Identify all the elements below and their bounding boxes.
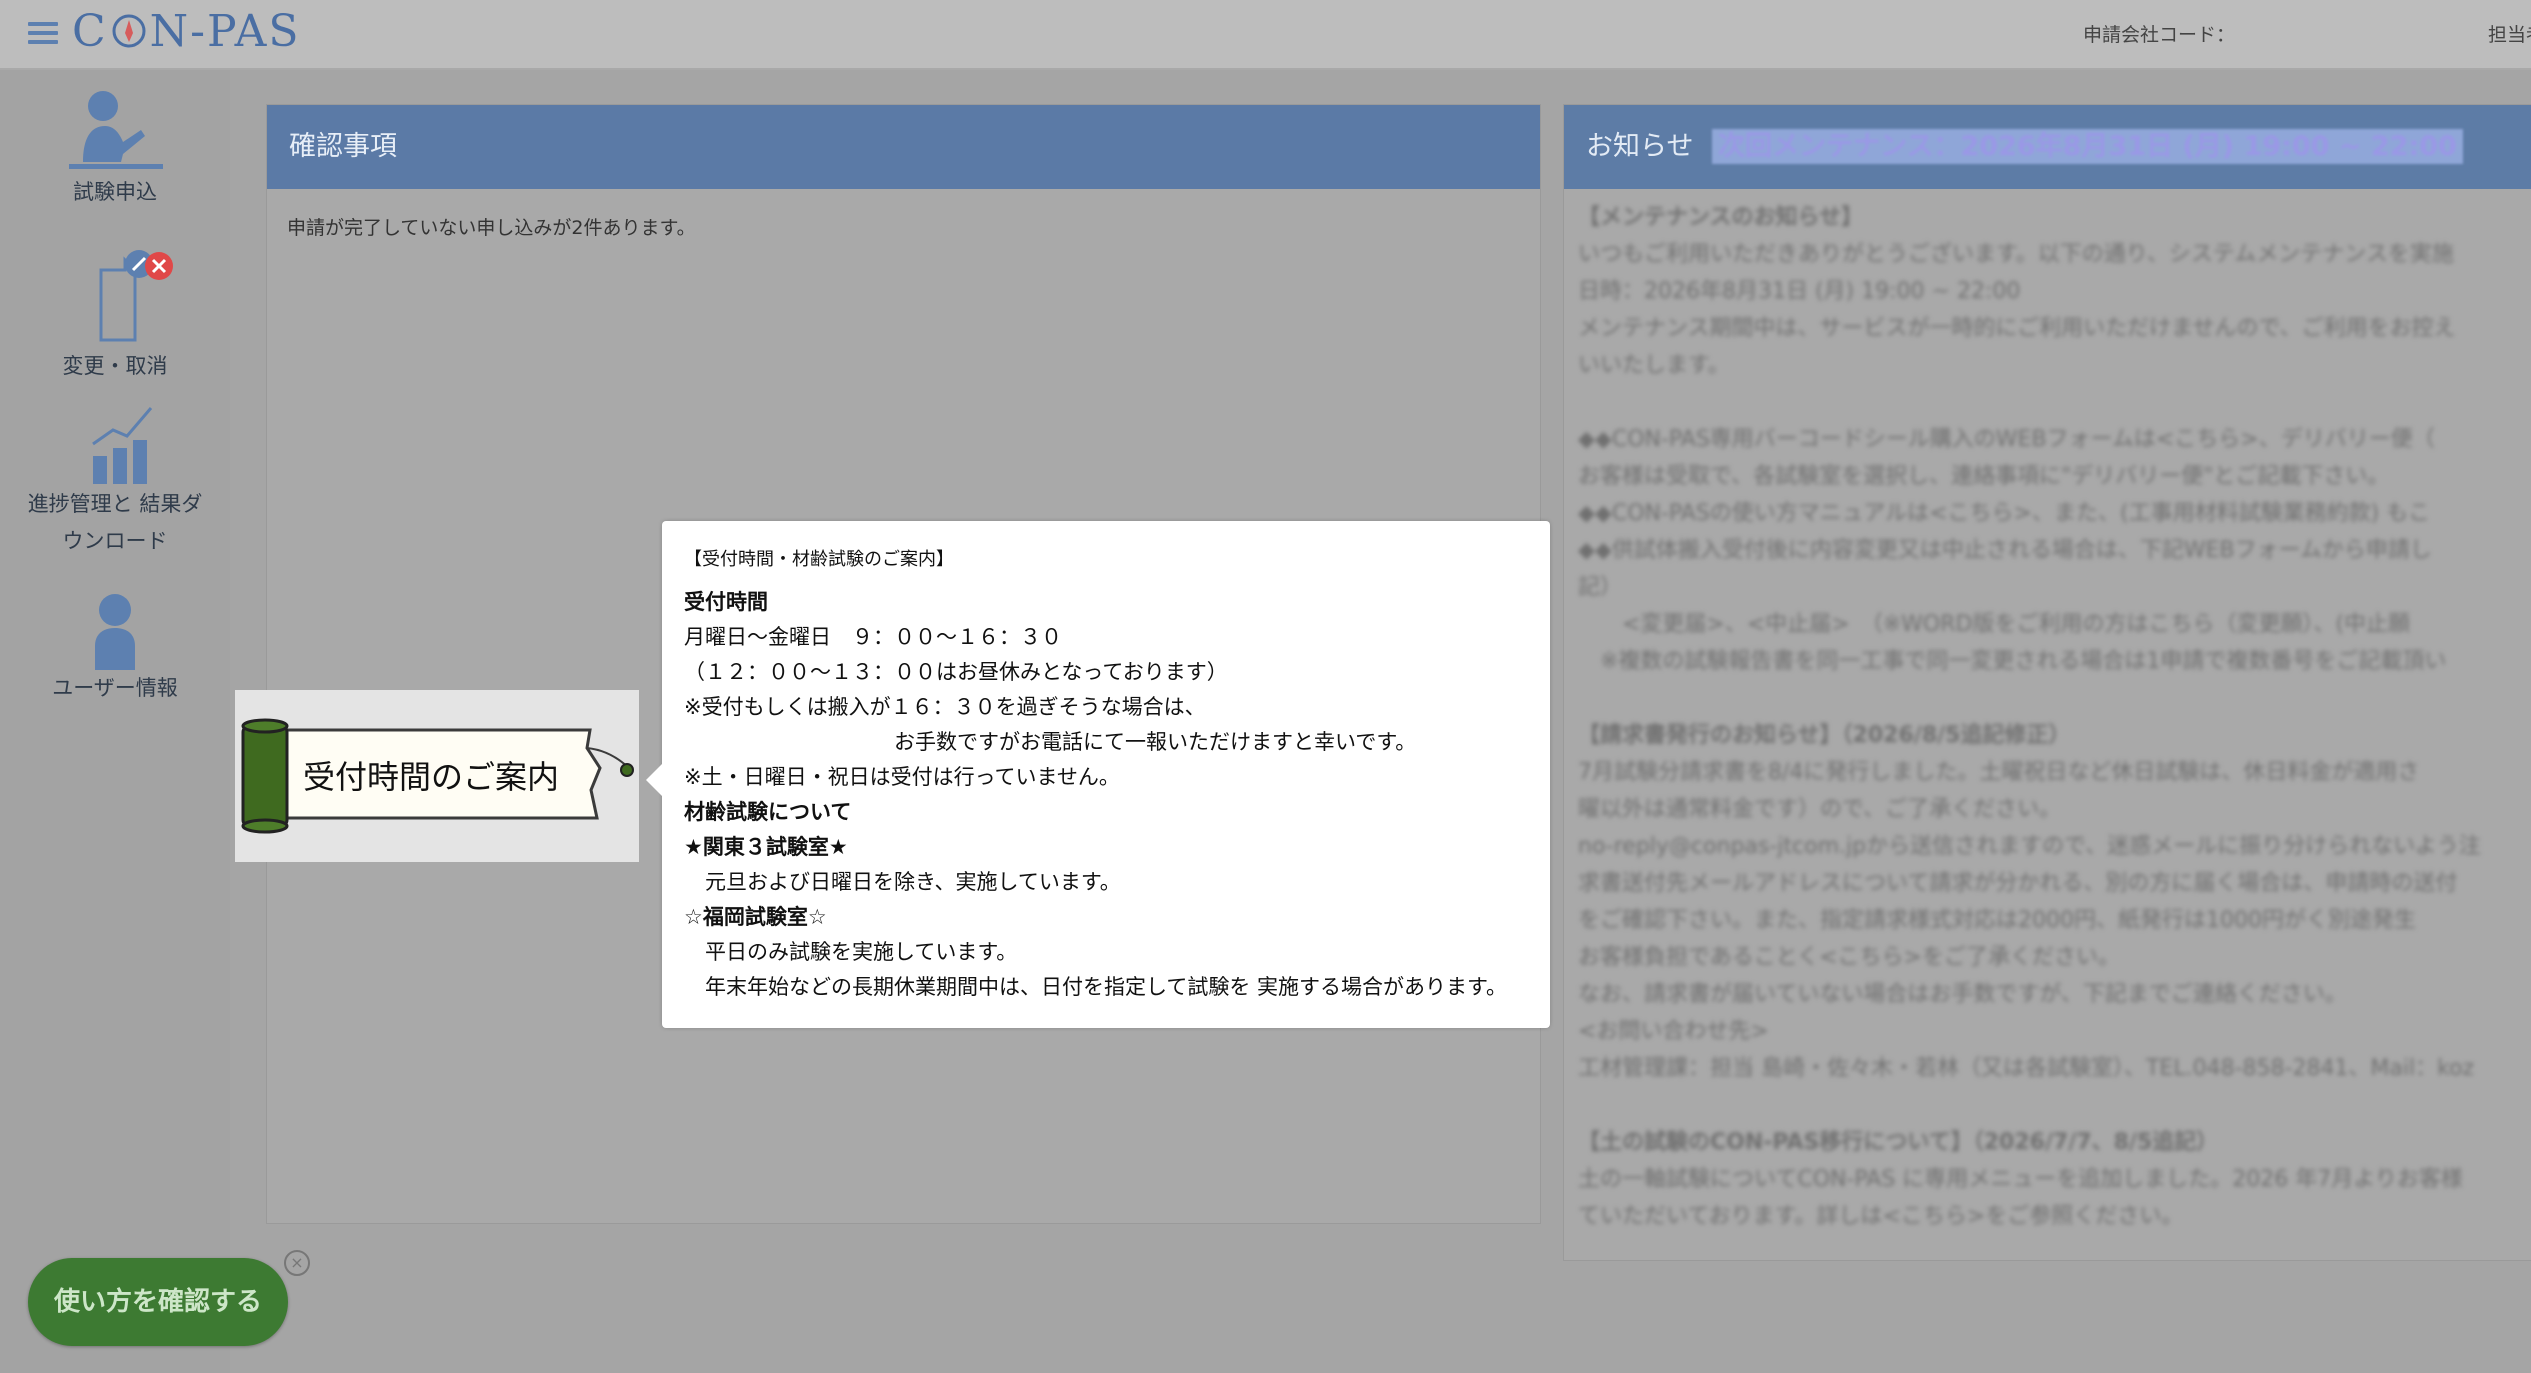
notice-line: 【メンテナンスのお知らせ】 (1578, 205, 1864, 230)
howto-close-icon[interactable]: × (284, 1250, 310, 1276)
confirm-panel-title: 確認事項 (267, 105, 1540, 189)
notice-line: 【請求書発行のお知らせ】（2026/8/5追記修正） (1578, 723, 2071, 748)
notice-line: ◆◆CON-PAS専用バーコードシール購入のWEBフォームは<こちら>、デリバリ… (1578, 427, 2435, 452)
maintenance-headline[interactable]: 次回メンテナンス：2026年8月31日 (月) 19:00 ~ 22:00 (1712, 129, 2463, 164)
sidebar-item-label: 変更・取消 (62, 354, 168, 378)
notice-line: no-reply@conpas-jtcom.jpから送信されますので、迷惑メール… (1578, 834, 2481, 859)
notice-line: 求書送付先メールアドレスについて請求が分かれる、別の方に届く場合は、申請時の送付 (1578, 871, 2458, 896)
user-icon (95, 594, 135, 670)
popover-line: ☆福岡試験室☆ (684, 905, 827, 929)
notice-line: 記） (1578, 575, 1623, 600)
notice-body: 【メンテナンスのお知らせ】いつもご利用いただきありがとうございます。以下の通り、… (1564, 189, 2531, 1245)
popover-line: お手数ですがお電話にて一報いただけますと幸いです。 (684, 730, 1417, 754)
notice-panel: お知らせ 次回メンテナンス：2026年8月31日 (月) 19:00 ~ 22:… (1563, 104, 2531, 1261)
person-presenting-icon (69, 91, 163, 169)
notice-line: <お問い合わせ先> (1578, 1019, 1769, 1044)
notice-line: ※複数の試験報告書を同一工事で同一変更される場合は1申請で複数番号をご記載頂い (1578, 649, 2447, 674)
popover-line: （１２：００〜１３：００はお昼休みとなっております） (684, 660, 1228, 684)
notice-line: メンテナンス期間中は、サービスが一時的にご利用いただけませんので、ご利用をお控え (1578, 316, 2456, 341)
popover-line: 月曜日〜金曜日 ９：００〜１６：３０ (684, 625, 1062, 649)
sidebar-item-apply[interactable]: 試験申込 (0, 88, 230, 211)
notice-line: ていただいております。詳しは<こちら>をご参照ください。 (1578, 1204, 2184, 1229)
popover-line: ※受付もしくは搬入が１６：３０を過ぎそうな場合は、 (684, 695, 1206, 719)
notice-line: 工材管理課：担当 島崎・佐々木・若林（又は各試験室）、TEL.048-858-2… (1578, 1056, 2475, 1081)
notice-line: 曜以外は通常料金です）ので、ご了承ください。 (1578, 797, 2062, 822)
sidebar-item-user-info[interactable]: ユーザー情報 (0, 590, 230, 707)
notice-line: なお、請求書が届いていない場合はお手数ですが、下記までご連絡ください。 (1578, 982, 2347, 1007)
sidebar-item-label: 試験申込 (73, 180, 157, 204)
notice-line (1578, 680, 2518, 717)
notice-panel-header: お知らせ 次回メンテナンス：2026年8月31日 (月) 19:00 ~ 22:… (1564, 105, 2531, 189)
popover-line: 材齢試験について (684, 800, 852, 824)
notice-line: <変更届>、<中止届> （※WORD版をご利用の方はこちら（変更願）、(中止願 (1578, 612, 2411, 637)
app-header: CN-PAS 申請会社コード： 担当者 (0, 0, 2531, 70)
notice-line: いつもご利用いただきありがとうございます。以下の通り、システムメンテナンスを実施 (1578, 242, 2454, 267)
notice-line: お客様は受取で、各試験室を選択し、連絡事項に"デリバリー便"とご記載下さい。 (1578, 464, 2390, 489)
reception-hours-banner[interactable]: 受付時間のご案内 (235, 690, 639, 862)
notice-line: ◆◆供試体搬入受付後に内容変更又は中止される場合は、下記WEBフォームから申請し (1578, 538, 2432, 563)
notice-line: いいたします。 (1578, 353, 1730, 378)
notice-line: ◆◆CON-PASの使い方マニュアルは<こちら>、また、(工事用材料試験業務約款… (1578, 501, 2431, 526)
popover-line: 年末年始などの長期休業期間中は、日付を指定して試験を 実施する場合があります。 (684, 975, 1507, 999)
sidebar-item-change-cancel[interactable]: 変更・取消 (0, 240, 230, 385)
popover-line: 受付時間 (684, 590, 768, 614)
notice-line: お客様負担であることく<こちら>をご了承ください。 (1578, 945, 2120, 970)
confirm-message: 申請が完了していない申し込みが2件あります。 (287, 217, 696, 239)
sidebar-item-label-line2: ウンロード (62, 529, 168, 553)
company-code-label: 申請会社コード： (2083, 24, 2236, 46)
howto-button[interactable]: 使い方を確認する (28, 1258, 288, 1346)
popover-line: ※土・日曜日・祝日は受付は行っていません。 (684, 765, 1120, 789)
sidebar: 試験申込 変更・取消 進捗管理と 結果ダ ウンロード ユーザー情報 (0, 70, 230, 1373)
bar-chart-icon (92, 407, 153, 484)
sidebar-item-progress[interactable]: 進捗管理と 結果ダ ウンロード (0, 400, 230, 560)
popover-line: ★関東３試験室★ (684, 835, 848, 859)
document-edit-cancel-icon (99, 250, 173, 342)
hamburger-menu-icon[interactable] (28, 22, 58, 46)
tantou-label: 担当者 (2488, 24, 2531, 46)
notice-line: 7月試験分請求書を8/4に発行しました。土曜祝日など休日試験は、休日料金が適用さ (1578, 760, 2420, 785)
notice-line: 日時：2026年8月31日 (月) 19:00 ~ 22:00 (1578, 279, 2021, 304)
banner-text: 受付時間のご案内 (303, 758, 560, 796)
notice-line (1578, 1087, 2518, 1124)
reception-hours-popover: 【受付時間・材齢試験のご案内】 受付時間月曜日〜金曜日 ９：００〜１６：３０ （１… (646, 521, 1550, 1028)
popover-line: 平日のみ試験を実施しています。 (684, 940, 1018, 964)
notice-line: 土の一軸試験についてCON-PAS に専用メニューを追加しました。2026 年7… (1578, 1167, 2463, 1192)
sidebar-item-label-line1: 進捗管理と 結果ダ (27, 492, 203, 516)
notice-line (1578, 384, 2518, 421)
popover-line: 元旦および日曜日を除き、実施しています。 (684, 870, 1121, 894)
sidebar-item-label: ユーザー情報 (52, 676, 178, 700)
notice-line: 【土の試験のCON-PAS移行について】（2026/7/7、8/5追記） (1578, 1130, 2219, 1155)
popover-title: 【受付時間・材齢試験のご案内】 (684, 549, 954, 570)
notice-panel-title: お知らせ (1586, 131, 1694, 162)
notice-line: をご確認下さい。また、指定請求様式対応は2000円、紙発行は1000円がく別途発… (1578, 908, 2416, 933)
app-logo[interactable]: C N-PAS (72, 6, 301, 57)
